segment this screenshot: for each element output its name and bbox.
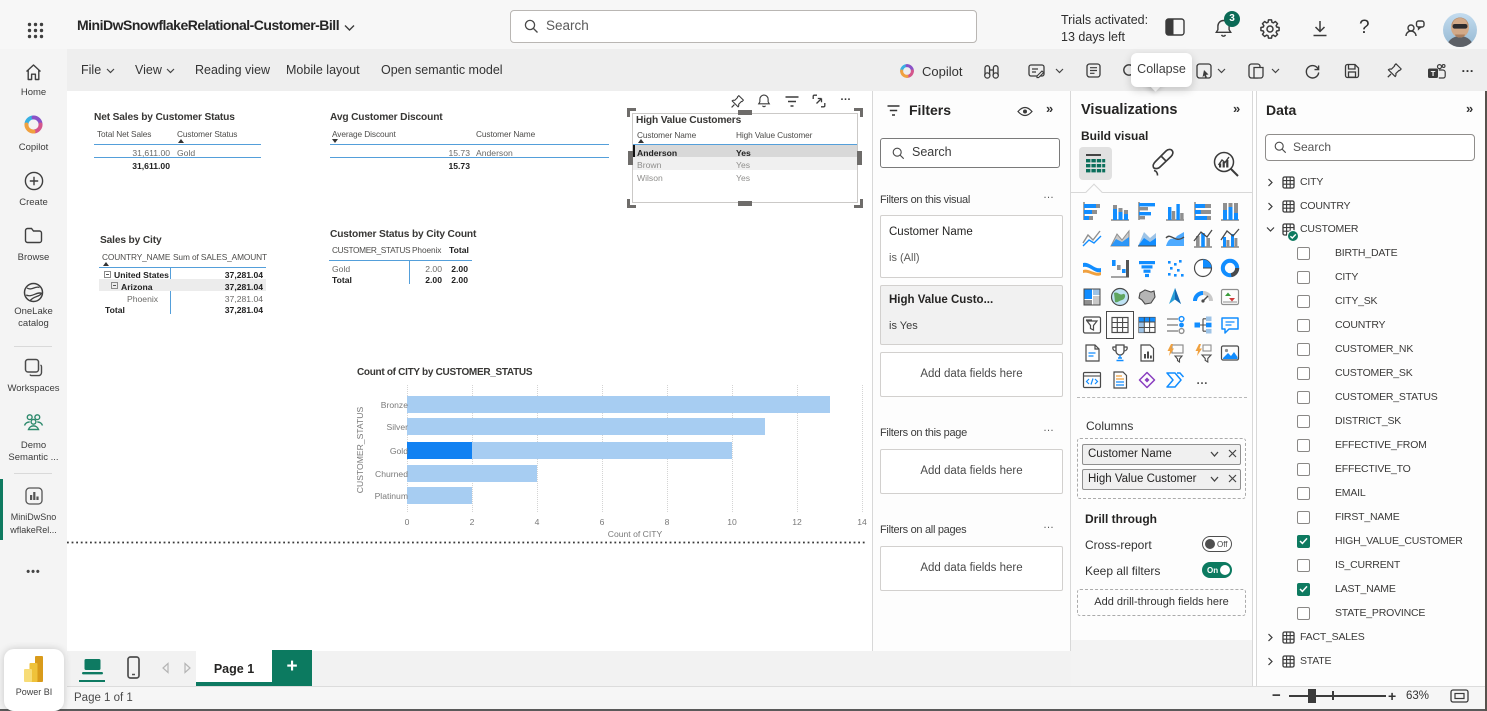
svg-text:T: T — [1431, 69, 1436, 78]
